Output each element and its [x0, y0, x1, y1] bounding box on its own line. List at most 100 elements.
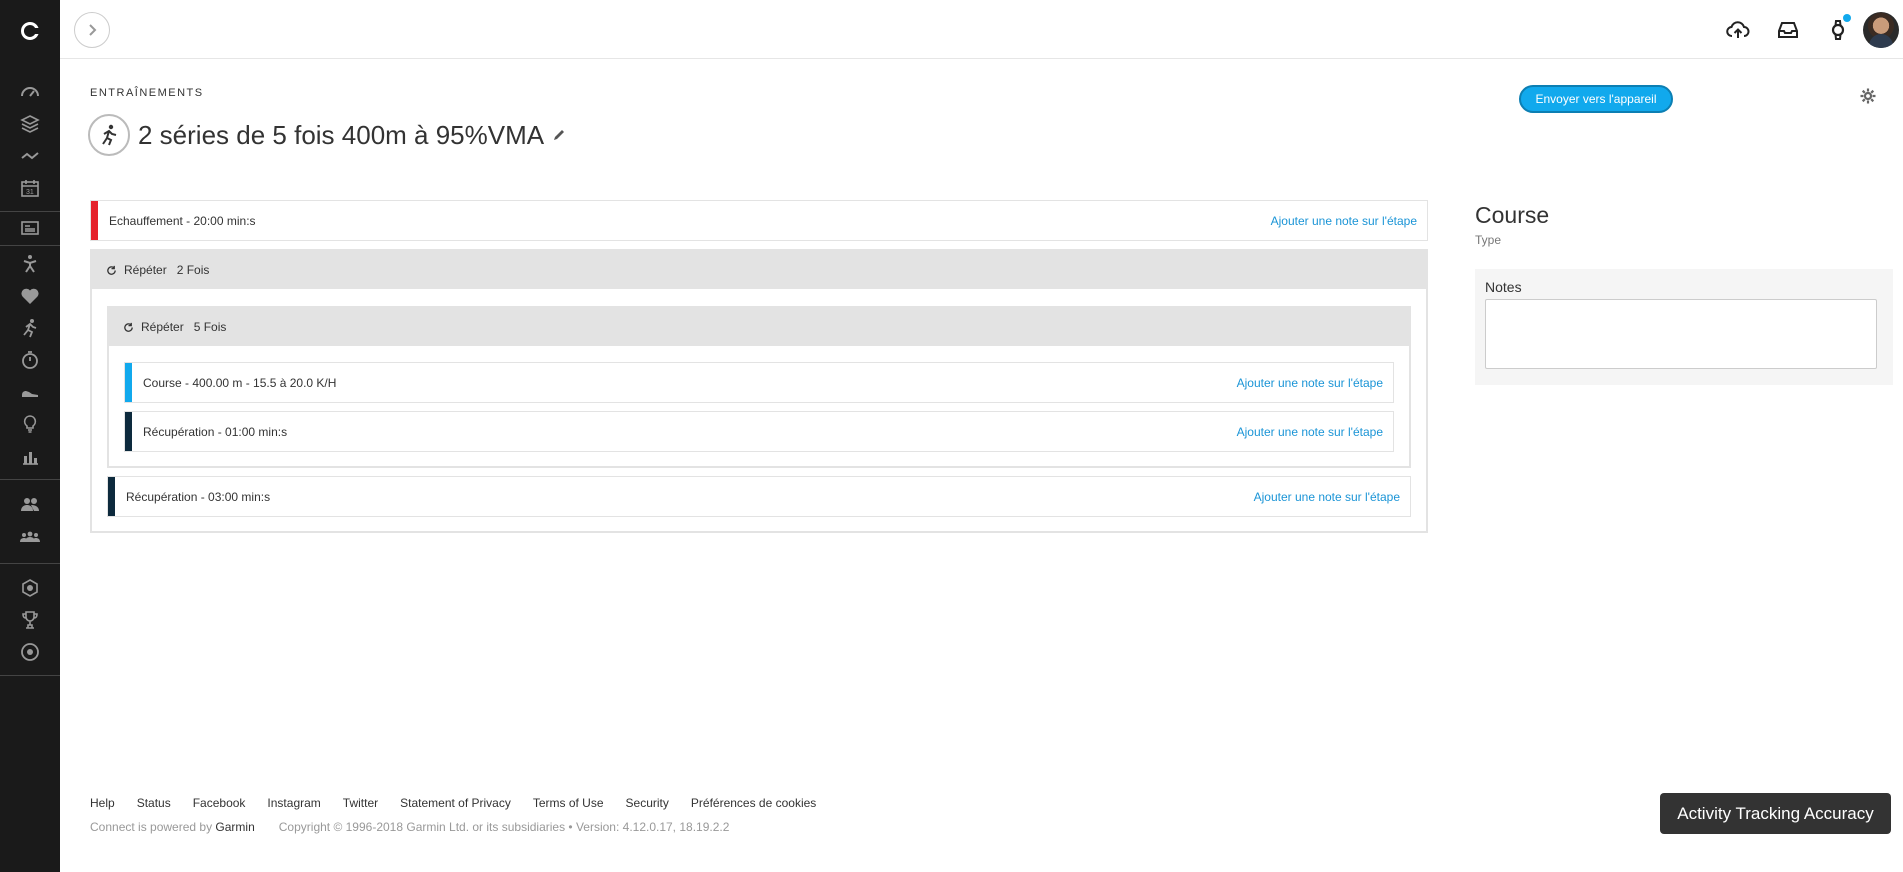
step-color-bar [108, 477, 115, 516]
sport-type-label: Type [1475, 233, 1502, 247]
repeat-icon [107, 265, 116, 275]
sidebar-group-main: 31 [0, 76, 60, 212]
step-run[interactable]: Course - 400.00 m - 15.5 à 20.0 K/H Ajou… [124, 362, 1394, 403]
send-to-device-button[interactable]: Envoyer vers l'appareil [1519, 85, 1673, 113]
footer-link-privacy[interactable]: Statement of Privacy [400, 796, 511, 810]
footer-meta: Connect is powered by Garmin Copyright ©… [90, 820, 816, 834]
top-bar [60, 0, 1903, 59]
sidebar-item-activities[interactable] [0, 108, 60, 140]
step-label: Course - 400.00 m - 15.5 à 20.0 K/H [143, 375, 337, 390]
repeat-icon [124, 322, 133, 332]
page-title: 2 séries de 5 fois 400m à 95%VMA [138, 119, 545, 150]
repeat-header[interactable]: Répéter 2 Fois [92, 251, 1426, 289]
activity-tracking-accuracy-button[interactable]: Activity Tracking Accuracy [1660, 793, 1891, 834]
footer-link-help[interactable]: Help [90, 796, 115, 810]
sidebar-item-connections[interactable] [0, 488, 60, 520]
powered-by: Connect is powered by Garmin [90, 820, 255, 834]
sidebar-item-trends[interactable] [0, 140, 60, 172]
step-color-bar [91, 201, 98, 240]
sidebar-item-activity-tracking[interactable] [0, 248, 60, 280]
sidebar-group-news [0, 212, 60, 246]
sidebar-item-gear[interactable] [0, 376, 60, 408]
sidebar-item-dashboard[interactable] [0, 76, 60, 108]
footer-link-instagram[interactable]: Instagram [267, 796, 320, 810]
step-warmup[interactable]: Echauffement - 20:00 min:s Ajouter une n… [90, 200, 1428, 241]
copyright-text: Copyright © 1996-2018 Garmin Ltd. or its… [278, 820, 730, 834]
svg-text:31: 31 [26, 189, 34, 196]
heart-icon [21, 288, 39, 304]
trend-icon [21, 152, 39, 160]
notes-section: Notes [1475, 269, 1893, 385]
repeat-header[interactable]: Répéter 5 Fois [109, 308, 1409, 346]
repeat-block-inner: Répéter 5 Fois Course - 400.00 m - 15.5 … [107, 306, 1411, 468]
add-step-note-link[interactable]: Ajouter une note sur l'étape [1271, 214, 1417, 228]
sidebar-item-health[interactable] [0, 280, 60, 312]
step-recovery[interactable]: Récupération - 01:00 min:s Ajouter une n… [124, 411, 1394, 452]
pencil-icon[interactable] [552, 128, 566, 142]
workout-steps: Echauffement - 20:00 min:s Ajouter une n… [90, 200, 1428, 533]
sidebar-item-insights[interactable] [0, 408, 60, 440]
step-label: Récupération - 03:00 min:s [126, 489, 271, 504]
add-step-note-link[interactable]: Ajouter une note sur l'étape [1237, 425, 1383, 439]
cloud-upload-icon [1726, 20, 1750, 38]
step-long-recovery[interactable]: Récupération - 03:00 min:s Ajouter une n… [107, 476, 1411, 517]
footer-link-security[interactable]: Security [626, 796, 669, 810]
sidebar-group-social [0, 488, 60, 564]
sidebar-item-news[interactable] [0, 212, 60, 244]
footer-link-facebook[interactable]: Facebook [193, 796, 246, 810]
repeat-label: Répéter [141, 320, 184, 334]
expand-sidebar-button[interactable] [74, 12, 110, 48]
repeat-count: 2 Fois [176, 263, 210, 277]
badge-icon [22, 579, 38, 597]
running-icon [88, 114, 130, 156]
sidebar-item-reports[interactable] [0, 440, 60, 472]
garmin-connect-logo-icon[interactable] [18, 19, 42, 43]
news-icon [21, 221, 39, 235]
notes-textarea[interactable] [1485, 299, 1877, 369]
footer-link-cookies[interactable]: Préférences de cookies [691, 796, 816, 810]
bar-chart-icon [23, 452, 38, 465]
sidebar-item-badges[interactable] [0, 572, 60, 604]
avatar[interactable] [1863, 11, 1899, 48]
workout-title-row: 2 séries de 5 fois 400m à 95%VMA [88, 114, 566, 156]
step-color-bar [125, 412, 132, 451]
footer: Help Status Facebook Instagram Twitter S… [90, 796, 816, 834]
stopwatch-icon [22, 351, 38, 369]
sidebar-group-goals [0, 572, 60, 676]
sidebar-group-health [0, 248, 60, 480]
add-step-note-link[interactable]: Ajouter une note sur l'étape [1254, 490, 1400, 504]
upload-button[interactable] [1713, 0, 1763, 59]
sport-type-value[interactable]: Course [1475, 202, 1893, 229]
groups-icon [20, 531, 40, 542]
running-icon [23, 319, 37, 338]
inbox-icon [1778, 21, 1798, 38]
repeat-label: Répéter [124, 263, 167, 277]
step-label: Récupération - 01:00 min:s [143, 424, 288, 439]
footer-link-terms[interactable]: Terms of Use [533, 796, 604, 810]
top-bar-actions [1713, 0, 1903, 59]
activity-icon [23, 255, 37, 273]
notification-dot [1843, 14, 1851, 22]
footer-link-status[interactable]: Status [137, 796, 171, 810]
device-button[interactable] [1813, 0, 1863, 59]
sidebar-item-training[interactable] [0, 312, 60, 344]
footer-link-twitter[interactable]: Twitter [343, 796, 378, 810]
sidebar-item-goals[interactable] [0, 636, 60, 668]
sidebar-item-groups[interactable] [0, 520, 60, 552]
footer-links: Help Status Facebook Instagram Twitter S… [90, 796, 816, 810]
gear-icon[interactable] [1860, 88, 1876, 104]
inbox-button[interactable] [1763, 0, 1813, 59]
dashboard-icon [21, 87, 39, 97]
repeat-block-outer: Répéter 2 Fois Répéter 5 Fois Course - 4… [90, 249, 1428, 533]
connections-icon [21, 498, 39, 511]
shoe-icon [22, 391, 38, 397]
add-step-note-link[interactable]: Ajouter une note sur l'étape [1237, 376, 1383, 390]
garmin-link[interactable]: Garmin [215, 820, 254, 834]
sidebar-item-records[interactable] [0, 344, 60, 376]
breadcrumb[interactable]: ENTRAÎNEMENTS [90, 87, 204, 99]
sidebar-item-calendar[interactable]: 31 [0, 172, 60, 204]
lightbulb-icon [23, 415, 37, 433]
chevron-right-icon [89, 24, 97, 36]
sidebar-item-challenges[interactable] [0, 604, 60, 636]
left-sidebar: 31 [0, 0, 60, 872]
